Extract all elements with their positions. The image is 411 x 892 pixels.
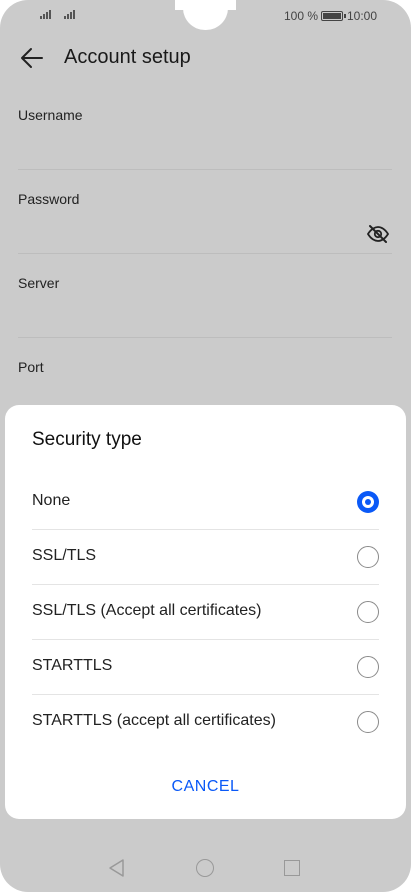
battery-percent: 100 % [284, 9, 319, 23]
circle-home-icon[interactable] [196, 859, 214, 877]
password-visibility-toggle[interactable] [366, 222, 390, 246]
password-field[interactable]: Password [18, 170, 392, 254]
radio-unselected[interactable] [357, 601, 379, 623]
option-label: STARTTLS (accept all certificates) [32, 712, 276, 729]
triangle-back-icon[interactable] [107, 858, 127, 878]
arrow-left-icon [21, 48, 43, 68]
option-label: None [32, 492, 71, 509]
status-bar: 100 % 10:00 [0, 0, 411, 32]
port-label: Port [18, 359, 44, 375]
option-none[interactable]: None [32, 475, 379, 530]
radio-unselected[interactable] [357, 656, 379, 678]
back-button[interactable] [18, 44, 46, 72]
radio-selected[interactable] [357, 491, 379, 513]
security-type-dialog: Security type None SSL/TLS SSL/TLS (Acce… [5, 405, 406, 819]
system-nav-bar [0, 840, 411, 892]
username-field[interactable]: Username [18, 86, 392, 170]
option-ssl-tls[interactable]: SSL/TLS [32, 530, 379, 585]
option-label: SSL/TLS (Accept all certificates) [32, 602, 262, 619]
radio-unselected[interactable] [357, 711, 379, 733]
option-ssl-tls-accept-all[interactable]: SSL/TLS (Accept all certificates) [32, 585, 379, 640]
server-label: Server [18, 275, 60, 291]
option-label: SSL/TLS [32, 547, 97, 564]
app-bar: Account setup [0, 32, 411, 86]
status-time: 10:00 [347, 9, 378, 23]
option-starttls-accept-all[interactable]: STARTTLS (accept all certificates) [32, 695, 379, 750]
password-label: Password [18, 191, 80, 207]
option-label: STARTTLS [32, 657, 113, 674]
signal-icon [40, 9, 51, 19]
phone-screen: 100 % 10:00 Account setup Username Passw… [0, 0, 411, 892]
cancel-button[interactable]: CANCEL [5, 769, 406, 805]
username-label: Username [18, 107, 83, 123]
security-options: None SSL/TLS SSL/TLS (Accept all certifi… [32, 475, 379, 750]
page-title: Account setup [64, 46, 191, 68]
dialog-title: Security type [32, 429, 142, 450]
square-recents-icon[interactable] [284, 860, 300, 876]
server-field[interactable]: Server [18, 254, 392, 338]
radio-unselected[interactable] [357, 546, 379, 568]
signal-icon [64, 9, 75, 19]
battery-icon [321, 11, 346, 21]
eye-off-icon [366, 225, 390, 243]
account-form: Username Password Server Port [18, 86, 392, 422]
option-starttls[interactable]: STARTTLS [32, 640, 379, 695]
